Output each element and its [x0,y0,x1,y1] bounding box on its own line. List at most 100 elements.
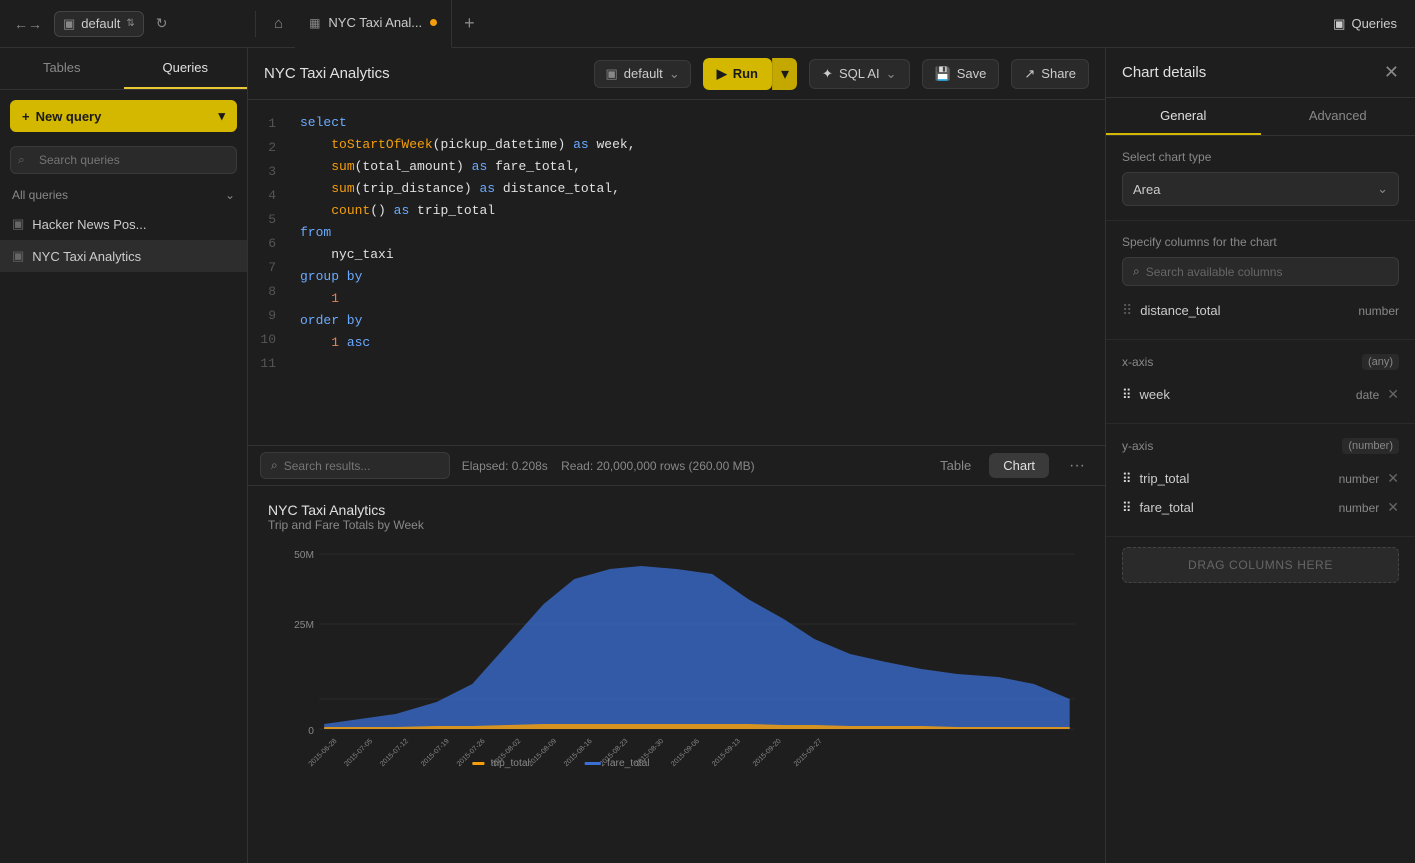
y-axis-col-trip-total: ⠿ trip_total number ✕ [1122,464,1399,493]
drag-icon-week[interactable]: ⠿ [1122,387,1132,403]
svg-text:50M: 50M [294,550,314,561]
db-selector[interactable]: ▣ default ⇅ [54,11,144,37]
column-search-icon: ⌕ [1133,264,1140,279]
sidebar-tab-queries[interactable]: Queries [124,48,248,89]
y-axis-section: y-axis (number) ⠿ trip_total number ✕ ⠿ … [1106,424,1415,537]
nyc-taxi-tab[interactable]: ▦ NYC Taxi Anal... [295,0,452,48]
sidebar-item-nyctaxi[interactable]: ▣ NYC Taxi Analytics [0,240,247,272]
new-query-label: New query [36,109,102,124]
column-name: distance_total [1140,303,1350,318]
right-panel: Chart details ✕ General Advanced Select … [1105,48,1415,863]
plus-icon: + [22,109,30,124]
line-numbers: 12345 67891011 [248,100,288,445]
svg-text:trip_total: trip_total [491,758,530,769]
sidebar-item-hackernews[interactable]: ▣ Hacker News Pos... [0,208,247,240]
share-button[interactable]: ↗ Share [1011,59,1089,89]
save-label: Save [957,66,987,81]
x-axis-col-type: date [1356,388,1379,402]
top-bar-left: ←→ ▣ default ⇅ ↻ [8,11,256,37]
search-results-icon: ⌕ [271,458,278,473]
db-arrows-icon: ⇅ [126,18,134,29]
sidebar: Tables Queries + New query ▾ ⌕ All queri… [0,48,248,863]
chart-type-label: Select chart type [1122,150,1399,164]
all-queries-label: All queries [12,188,68,202]
x-axis-header: x-axis (any) [1122,354,1399,370]
y-axis-col-name-2: fare_total [1140,500,1331,515]
search-results-input-wrapper[interactable]: ⌕ [260,452,450,479]
column-item-distance-total: ⠿ distance_total number [1122,296,1399,325]
query-title: NYC Taxi Analytics [264,65,582,82]
all-queries-selector[interactable]: All queries ⌄ [0,182,247,208]
db-selector-header[interactable]: ▣ default ⌄ [594,60,690,88]
y-axis-type: (number) [1342,438,1399,454]
chart-area: NYC Taxi Analytics Trip and Fare Totals … [248,486,1105,863]
main-layout: Tables Queries + New query ▾ ⌕ All queri… [0,48,1415,863]
db-icon: ▣ [63,16,75,32]
back-icon[interactable]: ←→ [8,12,48,36]
top-right: ▣ Queries [1323,12,1407,36]
chart-type-select[interactable]: Area ⌄ [1122,172,1399,206]
query-header: NYC Taxi Analytics ▣ default ⌄ ▶ Run ▾ ✦… [248,48,1105,100]
svg-text:2015-07-19: 2015-07-19 [420,738,451,768]
elapsed-info: Elapsed: 0.208s Read: 20,000,000 rows (2… [462,459,914,473]
svg-text:2015-09-27: 2015-09-27 [793,738,824,768]
column-search-input[interactable] [1146,265,1388,279]
queries-icon: ▣ [1333,16,1345,32]
svg-text:2015-06-28: 2015-06-28 [308,738,339,768]
sql-ai-caret-icon: ⌄ [886,66,897,82]
svg-text:2015-08-09: 2015-08-09 [527,738,558,768]
sidebar-search: ⌕ [10,146,237,174]
sql-ai-button[interactable]: ✦ SQL AI ⌄ [809,59,910,89]
save-button[interactable]: 💾 Save [922,59,1000,89]
chart-type-caret-icon: ⌄ [1377,181,1388,197]
x-axis-col-week: ⠿ week date ✕ [1122,380,1399,409]
db-name: default [81,16,120,31]
drag-icon-trip-total[interactable]: ⠿ [1122,471,1132,487]
sql-ai-icon: ✦ [822,66,833,82]
run-label: Run [733,66,758,81]
add-tab-button[interactable]: + [452,13,487,34]
panel-close-button[interactable]: ✕ [1384,62,1399,83]
sidebar-search-icon: ⌕ [18,153,25,168]
y-axis-col-type-1: number [1339,472,1380,486]
chart-view-button[interactable]: Chart [989,453,1049,478]
x-axis-remove-button[interactable]: ✕ [1387,386,1399,403]
run-group: ▶ Run ▾ [703,58,797,90]
new-query-button[interactable]: + New query ▾ [10,100,237,132]
panel-title: Chart details [1122,64,1206,81]
save-icon: 💾 [935,66,951,82]
y-axis-col-fare-total: ⠿ fare_total number ✕ [1122,493,1399,522]
sidebar-tabs: Tables Queries [0,48,247,90]
sidebar-tab-tables[interactable]: Tables [0,48,124,89]
tab-label: NYC Taxi Anal... [328,15,422,30]
y-axis-remove-button-1[interactable]: ✕ [1387,470,1399,487]
panel-tabs: General Advanced [1106,98,1415,136]
queries-button[interactable]: ▣ Queries [1323,12,1407,36]
more-options-button[interactable]: ··· [1061,453,1093,479]
run-button[interactable]: ▶ Run [703,58,772,90]
sidebar-search-input[interactable] [10,146,237,174]
x-axis-label: x-axis [1122,355,1153,369]
drag-icon[interactable]: ⠿ [1122,302,1132,319]
db-badge-name: default [624,66,663,81]
refresh-icon[interactable]: ↻ [150,11,174,36]
column-type: number [1358,304,1399,318]
svg-text:2015-09-13: 2015-09-13 [711,738,742,768]
table-view-button[interactable]: Table [926,453,985,478]
search-results-input[interactable] [284,459,439,473]
panel-tab-general[interactable]: General [1106,98,1261,135]
run-caret-button[interactable]: ▾ [772,58,797,90]
code-editor[interactable]: 12345 67891011 select toStartOfWeek(pick… [248,100,1105,445]
svg-text:fare_total: fare_total [607,758,650,769]
y-axis-remove-button-2[interactable]: ✕ [1387,499,1399,516]
code-content[interactable]: select toStartOfWeek(pickup_datetime) as… [288,100,1105,445]
y-axis-label: y-axis [1122,439,1153,453]
y-axis-col-name-1: trip_total [1140,471,1331,486]
all-queries-caret-icon: ⌄ [225,188,235,202]
y-axis-header: y-axis (number) [1122,438,1399,454]
view-toggle: Table Chart [926,453,1049,478]
panel-tab-advanced[interactable]: Advanced [1261,98,1415,135]
home-tab[interactable]: ⌂ [262,0,295,48]
drag-columns-here: DRAG COLUMNS HERE [1122,547,1399,583]
drag-icon-fare-total[interactable]: ⠿ [1122,500,1132,516]
